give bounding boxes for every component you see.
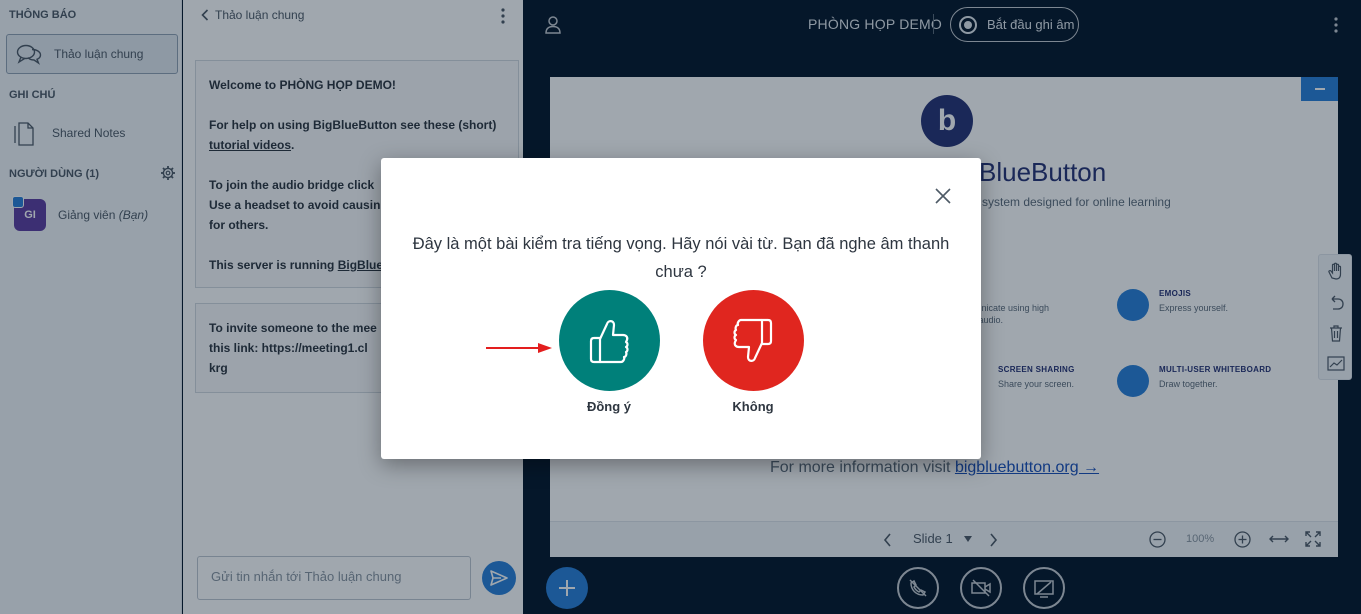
yes-circle[interactable] — [558, 290, 660, 391]
no-circle[interactable] — [702, 290, 804, 391]
echo-yes-button[interactable]: Đồng ý — [549, 290, 669, 414]
arrow-annotation — [486, 343, 552, 353]
close-icon[interactable] — [933, 186, 953, 206]
echo-test-question: Đây là một bài kiểm tra tiếng vọng. Hãy … — [412, 235, 950, 281]
thumbs-down-icon — [733, 318, 773, 362]
thumbs-up-icon — [589, 319, 629, 363]
echo-test-modal: Đây là một bài kiểm tra tiếng vọng. Hãy … — [381, 158, 981, 459]
echo-no-button[interactable]: Không — [693, 290, 813, 414]
no-label: Không — [732, 399, 774, 414]
yes-label: Đồng ý — [586, 399, 632, 414]
